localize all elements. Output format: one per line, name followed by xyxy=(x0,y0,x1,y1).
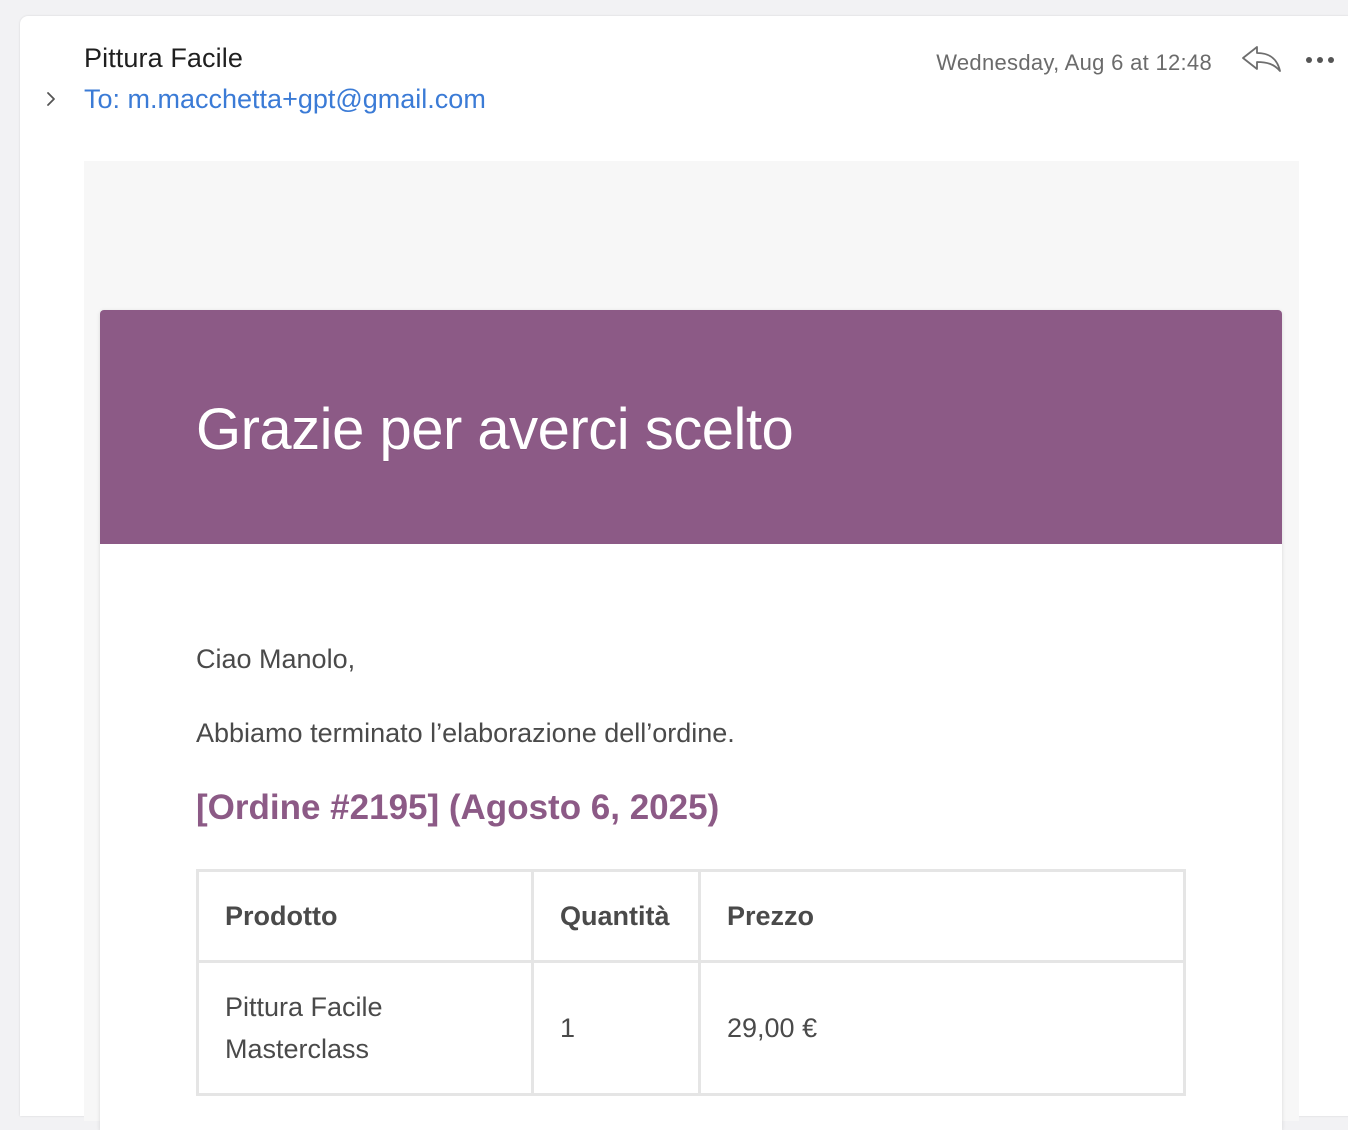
recipient-address[interactable]: To: m.macchetta+gpt@gmail.com xyxy=(84,84,486,115)
order-table: Prodotto Quantità Prezzo Pittura Facile … xyxy=(196,869,1186,1096)
price-cell: 29,00 € xyxy=(698,960,1186,1096)
product-cell: Pittura Facile Masterclass xyxy=(196,960,534,1096)
table-header-row: Prodotto Quantità Prezzo xyxy=(196,869,1186,963)
more-options-button[interactable] xyxy=(1302,46,1338,74)
reply-icon xyxy=(1242,46,1281,72)
column-header-product: Prodotto xyxy=(196,869,534,963)
greeting: Ciao Manolo, xyxy=(196,644,356,674)
product-name-line2: Masterclass xyxy=(225,1034,370,1064)
email-body: Grazie per averci scelto Ciao Manolo, Ab… xyxy=(84,161,1299,1130)
email-title: Grazie per averci scelto xyxy=(196,397,794,462)
product-name-line1: Pittura Facile xyxy=(225,992,383,1022)
chevron-right-icon[interactable] xyxy=(44,88,58,110)
order-email-card: Grazie per averci scelto Ciao Manolo, Ab… xyxy=(100,310,1282,1130)
email-viewer: Pittura Facile To: m.macchetta+gpt@gmail… xyxy=(20,16,1348,1130)
message-text: Abbiamo terminato l’elaborazione dell’or… xyxy=(196,718,735,748)
order-heading[interactable]: [Ordine #2195] (Agosto 6, 2025) xyxy=(196,788,719,828)
column-header-price: Prezzo xyxy=(698,869,1186,963)
timestamp: Wednesday, Aug 6 at 12:48 xyxy=(936,50,1212,75)
reply-button[interactable] xyxy=(1240,42,1284,78)
column-header-quantity: Quantità xyxy=(531,869,701,963)
quantity-cell: 1 xyxy=(531,960,701,1096)
email-banner: Grazie per averci scelto xyxy=(100,310,1282,544)
sender-name: Pittura Facile xyxy=(84,43,243,73)
ellipsis-icon xyxy=(1306,57,1334,63)
table-row: Pittura Facile Masterclass 1 29,00 € xyxy=(196,960,1186,1096)
